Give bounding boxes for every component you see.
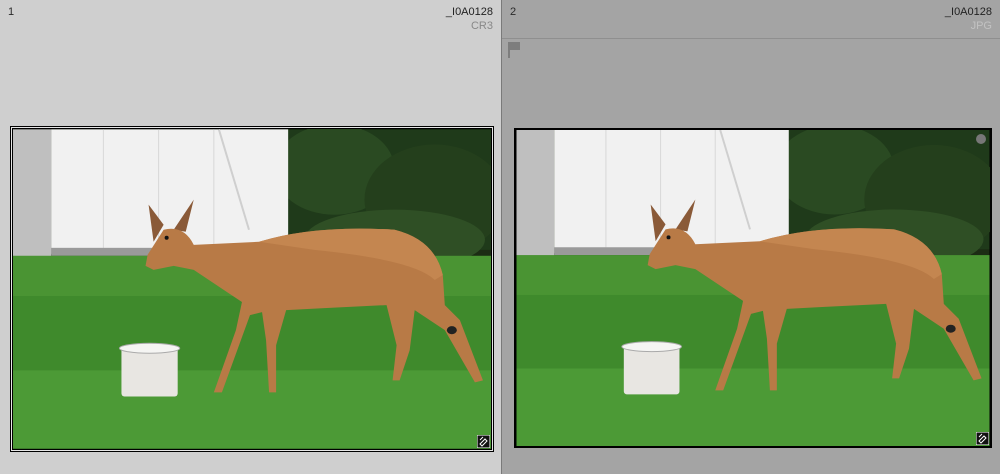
cell-file-extension: CR3 (470, 20, 493, 32)
cell-filename: _I0A0128 (944, 6, 992, 18)
cell-index: 1 (8, 6, 15, 18)
thumbnail-image (516, 130, 990, 446)
develop-adjust-icon[interactable] (976, 432, 989, 445)
photo-thumbnail[interactable] (514, 128, 992, 448)
grid-cell-2[interactable]: 2 _I0A0128 JPG (502, 0, 1000, 474)
grid-cell-1[interactable]: 1 _I0A0128 CR3 (0, 0, 501, 474)
header-separator (502, 38, 1000, 39)
photo-thumbnail[interactable] (10, 126, 494, 452)
develop-adjust-icon[interactable] (477, 435, 490, 448)
flag-icon[interactable] (508, 42, 521, 58)
cell-filename: _I0A0128 (445, 6, 493, 18)
thumbnail-image (13, 129, 491, 449)
cell-file-extension: JPG (970, 20, 992, 32)
cell-index: 2 (510, 6, 517, 18)
color-label-icon[interactable] (976, 134, 986, 144)
